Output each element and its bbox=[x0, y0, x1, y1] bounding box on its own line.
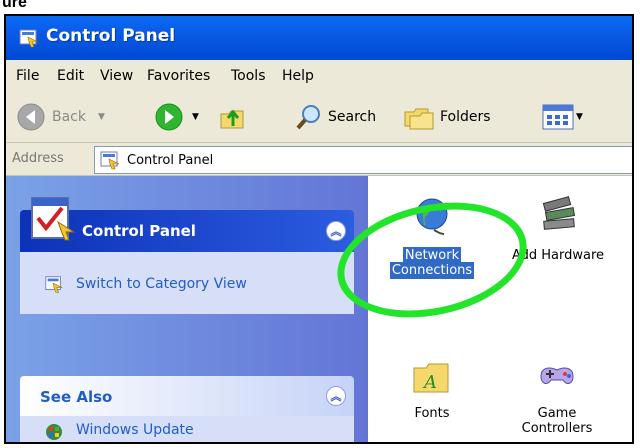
windows-update-icon bbox=[46, 424, 62, 440]
menu-view[interactable]: View bbox=[100, 68, 133, 84]
fonts-folder-icon: A bbox=[413, 363, 449, 393]
back-arrow-icon bbox=[17, 103, 45, 131]
control-panel-task-body: Switch to Category View bbox=[20, 252, 354, 314]
back-button[interactable]: Back ▼ bbox=[16, 100, 105, 134]
control-panel-app-icon bbox=[19, 29, 39, 48]
address-bar: Address Control Panel bbox=[6, 143, 632, 176]
forward-arrow-icon bbox=[155, 103, 183, 131]
control-panel-task-header[interactable]: Control Panel ︽ bbox=[20, 197, 354, 252]
window-title: Control Panel bbox=[46, 26, 176, 46]
control-panel-small-icon bbox=[100, 151, 120, 170]
address-field[interactable]: Control Panel bbox=[94, 146, 632, 174]
views-dropdown-icon[interactable]: ▼ bbox=[576, 112, 583, 122]
control-panel-task-box: Control Panel ︽ Switch to Category View bbox=[20, 196, 354, 314]
menu-file[interactable]: File bbox=[16, 68, 39, 84]
menu-tools[interactable]: Tools bbox=[231, 68, 266, 84]
see-also-header[interactable]: See Also ︽ bbox=[20, 376, 354, 416]
fonts-label: Fonts bbox=[414, 406, 450, 421]
address-value: Control Panel bbox=[127, 152, 214, 168]
views-grid-icon bbox=[542, 104, 574, 130]
switch-view-icon bbox=[45, 276, 63, 293]
hardware-icon bbox=[542, 196, 576, 230]
toolbar: Back ▼ ▼ Search Folders ▼ bbox=[6, 92, 632, 143]
search-button[interactable]: Search bbox=[294, 100, 376, 134]
collapse-chevron-icon[interactable]: ︽ bbox=[326, 386, 346, 406]
folders-icon bbox=[404, 108, 434, 130]
control-panel-checklist-icon bbox=[31, 197, 76, 241]
game-controllers-label-1: Game bbox=[537, 406, 577, 421]
game-controllers-label-2: Controllers bbox=[521, 421, 593, 436]
menu-favorites[interactable]: Favorites bbox=[147, 68, 210, 84]
back-dropdown-icon[interactable]: ▼ bbox=[98, 112, 105, 122]
title-bar[interactable]: Control Panel bbox=[6, 16, 632, 60]
see-also-task-box: See Also ︽ Windows Update bbox=[20, 376, 354, 442]
control-panel-task-title: Control Panel bbox=[82, 222, 196, 240]
forward-dropdown-icon[interactable]: ▼ bbox=[192, 112, 199, 122]
menu-bar: File Edit View Favorites Tools Help bbox=[6, 60, 632, 93]
menu-help[interactable]: Help bbox=[282, 68, 314, 84]
gamepad-icon bbox=[540, 367, 574, 384]
see-also-body: Windows Update bbox=[20, 416, 354, 442]
folders-label: Folders bbox=[440, 109, 491, 125]
search-label: Search bbox=[328, 109, 377, 125]
svg-text:A: A bbox=[422, 372, 437, 393]
up-folder-icon bbox=[220, 109, 244, 129]
menu-edit[interactable]: Edit bbox=[57, 68, 84, 84]
windows-update-link[interactable]: Windows Update bbox=[76, 422, 194, 438]
switch-to-category-view-link[interactable]: Switch to Category View bbox=[76, 276, 247, 292]
task-pane: Control Panel ︽ Switch to Category View … bbox=[6, 176, 368, 442]
figure-caption-cut: ure bbox=[0, 0, 640, 14]
address-label: Address bbox=[12, 151, 64, 166]
see-also-title: See Also bbox=[40, 388, 113, 406]
forward-button[interactable]: ▼ bbox=[154, 100, 199, 134]
search-magnifier-icon bbox=[296, 105, 320, 130]
folders-button[interactable]: Folders bbox=[402, 100, 491, 134]
up-folder-button[interactable] bbox=[218, 100, 248, 134]
fonts-item[interactable]: A Fonts bbox=[390, 354, 474, 421]
collapse-chevron-icon[interactable]: ︽ bbox=[326, 221, 346, 241]
back-label: Back bbox=[52, 109, 86, 125]
game-controllers-item[interactable]: Game Controllers bbox=[502, 354, 612, 436]
views-button[interactable]: ▼ bbox=[542, 100, 583, 134]
explorer-window: Control Panel File Edit View Favorites T… bbox=[4, 14, 634, 444]
